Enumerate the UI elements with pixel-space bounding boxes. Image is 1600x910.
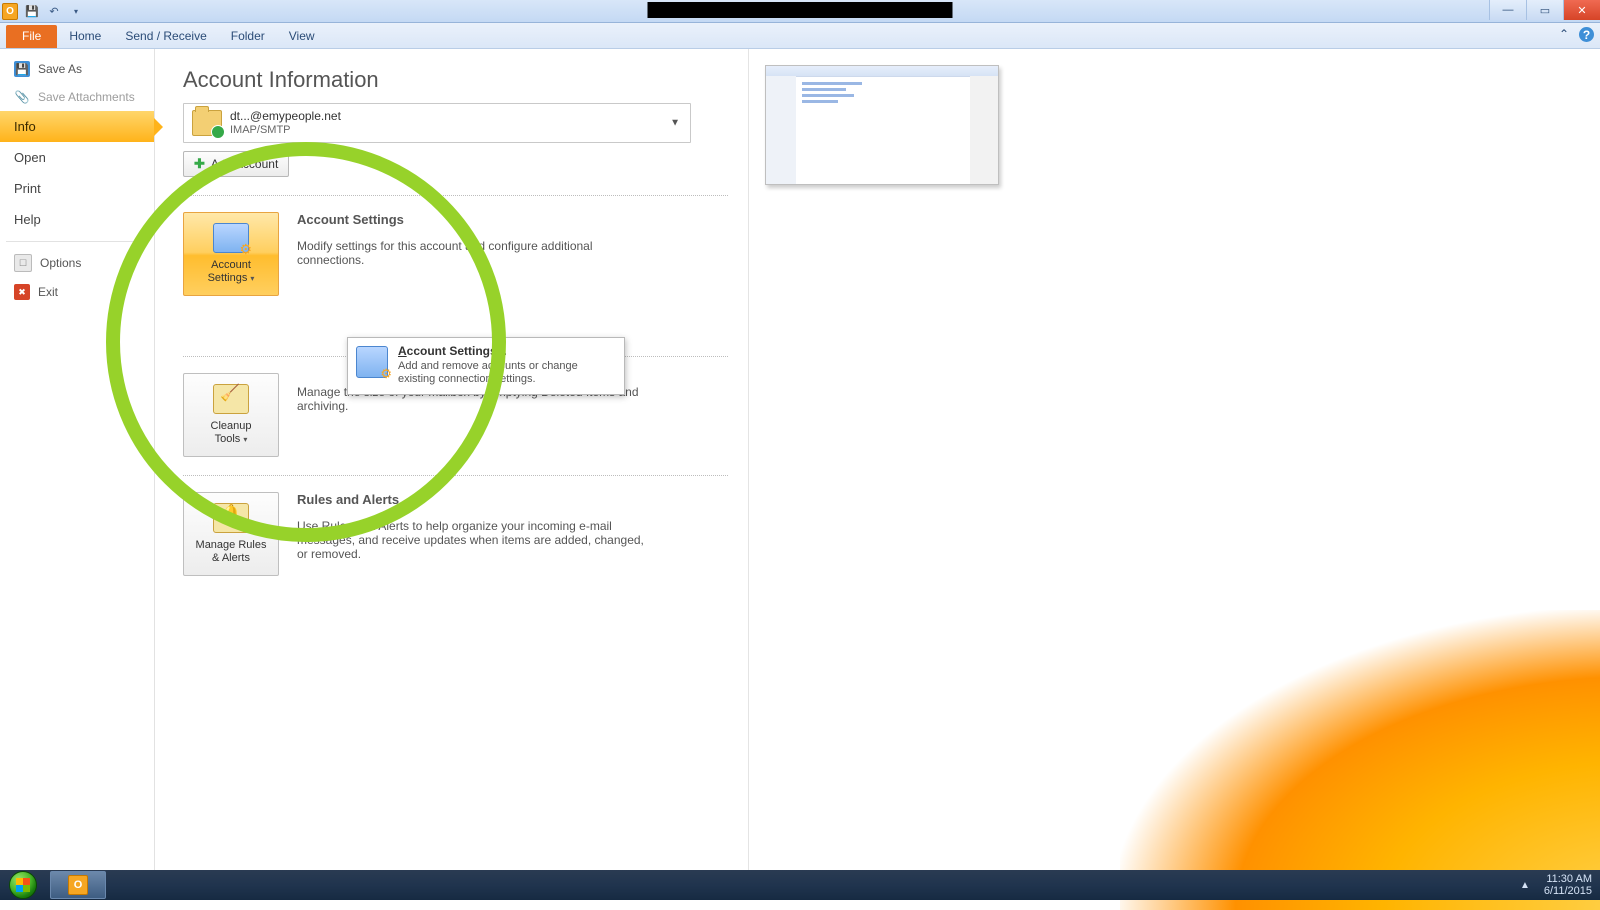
account-settings-icon [356, 346, 388, 378]
cleanup-tools-button[interactable]: Cleanup Tools ▾ [183, 373, 279, 457]
ribbon-minimize-icon[interactable]: ⌃ [1559, 27, 1569, 42]
minimize-button[interactable]: — [1489, 0, 1526, 20]
tray-show-hidden-icon[interactable]: ▲ [1520, 880, 1530, 891]
cleanup-btn-l2: Tools [215, 433, 241, 445]
window-title-redacted [648, 2, 953, 18]
nav-exit[interactable]: Exit [0, 278, 154, 306]
account-settings-btn-l1: Account [211, 259, 251, 272]
rules-text: Rules and Alerts Use Rules and Alerts to… [297, 492, 657, 576]
nav-options[interactable]: Options [0, 248, 154, 278]
section-separator [183, 475, 728, 476]
plus-icon: ✚ [194, 156, 205, 172]
account-settings-btn-l2: Settings [208, 272, 248, 284]
app-icon[interactable]: O [2, 3, 18, 19]
add-account-label: Add Account [211, 157, 278, 171]
preview-column [749, 49, 1600, 870]
section-separator [183, 195, 728, 196]
options-icon [14, 254, 32, 272]
taskbar: O ▲ 11:30 AM 6/11/2015 [0, 870, 1600, 900]
folder-icon [192, 110, 222, 136]
system-clock[interactable]: 11:30 AM 6/11/2015 [1544, 873, 1592, 897]
cleanup-icon [213, 384, 249, 414]
account-settings-icon [213, 223, 249, 253]
chevron-down-icon: ▾ [250, 274, 254, 283]
nav-separator [6, 241, 148, 242]
windows-logo-icon [9, 871, 37, 899]
nav-open[interactable]: Open [0, 142, 154, 173]
nav-options-label: Options [40, 256, 81, 270]
tab-view[interactable]: View [277, 25, 327, 48]
rules-btn-l2: & Alerts [212, 552, 250, 565]
nav-help-label: Help [14, 212, 41, 227]
nav-save-as[interactable]: Save As [0, 55, 154, 83]
taskbar-app-outlook[interactable]: O [50, 871, 106, 899]
popup-title: Account Settings... [398, 344, 614, 358]
nav-print-label: Print [14, 181, 41, 196]
maximize-button[interactable]: ▭ [1526, 0, 1563, 20]
tab-home[interactable]: Home [57, 25, 113, 48]
nav-save-attachments: 📎 Save Attachments [0, 83, 154, 111]
account-settings-heading: Account Settings [297, 212, 657, 227]
backstage-view: Save As 📎 Save Attachments Info Open Pri… [0, 49, 1600, 870]
nav-save-attachments-label: Save Attachments [38, 90, 135, 104]
help-icon[interactable]: ? [1579, 27, 1594, 42]
account-settings-menu-item[interactable]: Account Settings... Add and remove accou… [356, 344, 614, 386]
qat-save-icon[interactable]: 💾 [24, 3, 40, 19]
account-settings-dropdown: Account Settings... Add and remove accou… [347, 337, 625, 395]
nav-save-as-label: Save As [38, 62, 82, 76]
popup-subtitle: Add and remove accounts or change existi… [398, 360, 614, 386]
start-button[interactable] [2, 870, 44, 900]
window-title-bar: O 💾 ↶ ▾ — ▭ ✕ [0, 0, 1600, 23]
nav-info[interactable]: Info [0, 111, 154, 142]
account-selector[interactable]: dt...@emypeople.net IMAP/SMTP ▼ [183, 103, 691, 143]
account-settings-button[interactable]: Account Settings ▾ [183, 212, 279, 296]
clock-time: 11:30 AM [1544, 873, 1592, 885]
section-rules: Manage Rules & Alerts Rules and Alerts U… [183, 492, 728, 576]
backstage-main: Account Information dt...@emypeople.net … [155, 49, 1600, 870]
account-settings-text: Account Settings Modify settings for thi… [297, 212, 657, 296]
page-title: Account Information [183, 67, 728, 93]
preview-thumbnail [765, 65, 999, 185]
nav-info-label: Info [14, 119, 36, 134]
attachment-icon: 📎 [14, 89, 30, 105]
rules-heading: Rules and Alerts [297, 492, 657, 507]
nav-open-label: Open [14, 150, 46, 165]
nav-print[interactable]: Print [0, 173, 154, 204]
chevron-down-icon: ▾ [243, 435, 247, 444]
qat-dropdown-icon[interactable]: ▾ [68, 3, 84, 19]
tab-file[interactable]: File [6, 25, 57, 48]
section-account-settings: Account Settings ▾ Account Settings Modi… [183, 212, 728, 296]
backstage-nav: Save As 📎 Save Attachments Info Open Pri… [0, 49, 155, 870]
info-column: Account Information dt...@emypeople.net … [155, 49, 749, 870]
exit-icon [14, 284, 30, 300]
window-controls: — ▭ ✕ [1489, 0, 1600, 20]
rules-icon [213, 503, 249, 533]
chevron-down-icon: ▼ [670, 118, 680, 129]
qat-undo-icon[interactable]: ↶ [46, 3, 62, 19]
quick-access-toolbar: O 💾 ↶ ▾ [0, 3, 84, 19]
rules-body: Use Rules and Alerts to help organize yo… [297, 519, 657, 561]
cleanup-btn-l1: Cleanup [211, 420, 252, 433]
save-icon [14, 61, 30, 77]
manage-rules-button[interactable]: Manage Rules & Alerts [183, 492, 279, 576]
account-type: IMAP/SMTP [230, 123, 341, 137]
clock-date: 6/11/2015 [1544, 885, 1592, 897]
account-email: dt...@emypeople.net [230, 109, 341, 123]
tab-send-receive[interactable]: Send / Receive [113, 25, 218, 48]
ribbon-tabs: File Home Send / Receive Folder View ⌃ ? [0, 23, 1600, 49]
nav-help[interactable]: Help [0, 204, 154, 235]
close-button[interactable]: ✕ [1563, 0, 1600, 20]
account-selector-text: dt...@emypeople.net IMAP/SMTP [230, 109, 341, 137]
tab-folder[interactable]: Folder [219, 25, 277, 48]
nav-exit-label: Exit [38, 285, 58, 299]
account-settings-body: Modify settings for this account and con… [297, 239, 657, 267]
rules-btn-l1: Manage Rules [196, 539, 267, 552]
add-account-button[interactable]: ✚ Add Account [183, 151, 289, 177]
